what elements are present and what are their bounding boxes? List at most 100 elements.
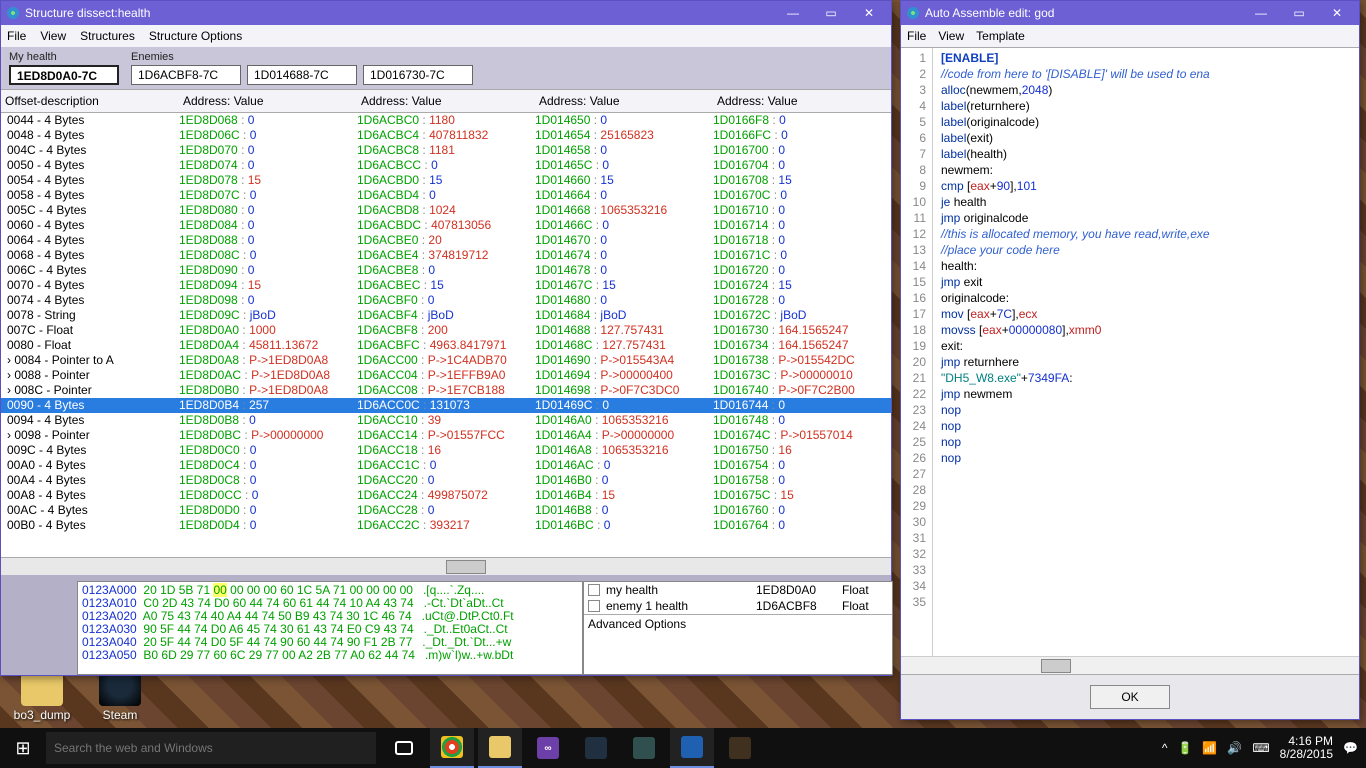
watch-pane: my health1ED8D0A0Floatenemy 1 health1D6A… xyxy=(583,581,893,675)
icon-label: bo3_dump xyxy=(12,708,72,722)
table-row[interactable]: 0070 - 4 Bytes1ED8D094 : 151D6ACBEC : 15… xyxy=(1,278,891,293)
table-row[interactable]: › 0084 - Pointer to A1ED8D0A8 : P->1ED8D… xyxy=(1,353,891,368)
menu-file[interactable]: File xyxy=(907,29,926,43)
code-h-scrollbar[interactable] xyxy=(901,656,1359,674)
wifi-icon[interactable]: 📶 xyxy=(1202,741,1217,755)
table-row[interactable]: 00B0 - 4 Bytes1ED8D0D4 : 01D6ACC2C : 393… xyxy=(1,518,891,533)
header-av3[interactable]: Address: Value xyxy=(535,92,713,110)
sd-title: Structure dissect:health xyxy=(25,6,773,20)
minimize-button[interactable]: — xyxy=(775,3,811,23)
header-offset[interactable]: Offset-description xyxy=(1,92,179,110)
app-icon-1[interactable] xyxy=(574,728,618,768)
tray-chevron-icon[interactable]: ^ xyxy=(1162,741,1168,755)
aa-title: Auto Assemble edit: god xyxy=(925,6,1241,20)
watch-row[interactable]: enemy 1 health1D6ACBF8Float xyxy=(584,598,892,614)
table-row[interactable]: 0080 - Float1ED8D0A4 : 45811.136721D6ACB… xyxy=(1,338,891,353)
table-row[interactable]: 005C - 4 Bytes1ED8D080 : 01D6ACBD8 : 102… xyxy=(1,203,891,218)
table-row[interactable]: 00A8 - 4 Bytes1ED8D0CC : 01D6ACC24 : 499… xyxy=(1,488,891,503)
table-row[interactable]: 0060 - 4 Bytes1ED8D084 : 01D6ACBDC : 407… xyxy=(1,218,891,233)
table-row[interactable]: 009C - 4 Bytes1ED8D0C0 : 01D6ACC18 : 161… xyxy=(1,443,891,458)
scroll-thumb[interactable] xyxy=(1041,659,1071,673)
enemies-label: Enemies xyxy=(131,51,473,63)
address-bar: My health 1ED8D0A0-7C Enemies 1D6ACBF8-7… xyxy=(1,47,891,89)
auto-assemble-window: Auto Assemble edit: god — ▭ ✕ File View … xyxy=(900,0,1360,720)
checkbox[interactable] xyxy=(588,600,600,612)
search-input[interactable] xyxy=(46,732,376,764)
header-av2[interactable]: Address: Value xyxy=(357,92,535,110)
code-editor[interactable]: 1234567891011121314151617181920212223242… xyxy=(901,47,1359,656)
table-row[interactable]: 00A0 - 4 Bytes1ED8D0C4 : 01D6ACC1C : 01D… xyxy=(1,458,891,473)
table-row[interactable]: 0058 - 4 Bytes1ED8D07C : 01D6ACBD4 : 01D… xyxy=(1,188,891,203)
structure-dissect-window: Structure dissect:health — ▭ ✕ File View… xyxy=(0,0,892,676)
maximize-button[interactable]: ▭ xyxy=(1281,3,1317,23)
checkbox[interactable] xyxy=(588,584,600,596)
aa-titlebar[interactable]: Auto Assemble edit: god — ▭ ✕ xyxy=(901,1,1359,25)
minimize-button[interactable]: — xyxy=(1243,3,1279,23)
table-row[interactable]: 0078 - String1ED8D09C : jBoD1D6ACBF4 : j… xyxy=(1,308,891,323)
table-row[interactable]: 0048 - 4 Bytes1ED8D06C : 01D6ACBC4 : 407… xyxy=(1,128,891,143)
sd-menubar: File View Structures Structure Options xyxy=(1,25,891,47)
app-icon-2[interactable] xyxy=(622,728,666,768)
menu-structures[interactable]: Structures xyxy=(80,29,135,43)
enemy-input-1[interactable]: 1D6ACBF8-7C xyxy=(131,65,241,85)
sd-titlebar[interactable]: Structure dissect:health — ▭ ✕ xyxy=(1,1,891,25)
clock[interactable]: 4:16 PM 8/28/2015 xyxy=(1280,735,1333,761)
table-row[interactable]: › 0098 - Pointer1ED8D0BC : P->000000001D… xyxy=(1,428,891,443)
table-row[interactable]: 0090 - 4 Bytes1ED8D0B4 : 2571D6ACC0C : 1… xyxy=(1,398,891,413)
table-row[interactable]: 00AC - 4 Bytes1ED8D0D0 : 01D6ACC28 : 01D… xyxy=(1,503,891,518)
close-button[interactable]: ✕ xyxy=(851,3,887,23)
table-row[interactable]: 0068 - 4 Bytes1ED8D08C : 01D6ACBE4 : 374… xyxy=(1,248,891,263)
table-row[interactable]: › 008C - Pointer1ED8D0B0 : P->1ED8D0A81D… xyxy=(1,383,891,398)
table-row[interactable]: 0054 - 4 Bytes1ED8D078 : 151D6ACBD0 : 15… xyxy=(1,173,891,188)
code-text[interactable]: [ENABLE]//code from here to '[DISABLE]' … xyxy=(933,48,1359,656)
h-scrollbar[interactable] xyxy=(1,557,891,575)
table-row[interactable]: 00A4 - 4 Bytes1ED8D0C8 : 01D6ACC20 : 01D… xyxy=(1,473,891,488)
date: 8/28/2015 xyxy=(1280,748,1333,761)
table-row[interactable]: 0094 - 4 Bytes1ED8D0B8 : 01D6ACC10 : 391… xyxy=(1,413,891,428)
table-row[interactable]: 006C - 4 Bytes1ED8D090 : 01D6ACBE8 : 01D… xyxy=(1,263,891,278)
menu-view[interactable]: View xyxy=(40,29,66,43)
menu-file[interactable]: File xyxy=(7,29,26,43)
explorer-icon[interactable] xyxy=(478,728,522,768)
header-av1[interactable]: Address: Value xyxy=(179,92,357,110)
header-av4[interactable]: Address: Value xyxy=(713,92,891,110)
advanced-options[interactable]: Advanced Options xyxy=(584,614,892,633)
ok-button[interactable]: OK xyxy=(1090,685,1170,709)
volume-icon[interactable]: 🔊 xyxy=(1227,741,1242,755)
my-health-label: My health xyxy=(9,51,119,63)
menu-template[interactable]: Template xyxy=(976,29,1025,43)
enemy-input-3[interactable]: 1D016730-7C xyxy=(363,65,473,85)
close-button[interactable]: ✕ xyxy=(1319,3,1355,23)
battery-icon[interactable]: 🔋 xyxy=(1177,741,1192,755)
hex-pane[interactable]: 0123A000 20 1D 5B 71 00 00 00 00 60 1C 5… xyxy=(77,581,583,675)
table-row[interactable]: 0074 - 4 Bytes1ED8D098 : 01D6ACBF0 : 01D… xyxy=(1,293,891,308)
vs-icon[interactable]: ∞ xyxy=(526,728,570,768)
table-row[interactable]: 0044 - 4 Bytes1ED8D068 : 01D6ACBC0 : 118… xyxy=(1,113,891,128)
system-tray: ^ 🔋 📶 🔊 ⌨ 4:16 PM 8/28/2015 💬 xyxy=(1154,735,1366,761)
table-row[interactable]: 007C - Float1ED8D0A0 : 10001D6ACBF8 : 20… xyxy=(1,323,891,338)
table-row[interactable]: 004C - 4 Bytes1ED8D070 : 01D6ACBC8 : 118… xyxy=(1,143,891,158)
column-headers: Offset-description Address: Value Addres… xyxy=(1,89,891,113)
my-health-input[interactable]: 1ED8D0A0-7C xyxy=(9,65,119,85)
table-row[interactable]: › 0088 - Pointer1ED8D0AC : P->1ED8D0A81D… xyxy=(1,368,891,383)
start-button[interactable]: ⊞ xyxy=(0,728,46,768)
task-view-icon[interactable] xyxy=(382,728,426,768)
button-row: OK xyxy=(901,674,1359,719)
cheat-engine-icon[interactable] xyxy=(670,728,714,768)
maximize-button[interactable]: ▭ xyxy=(813,3,849,23)
notifications-icon[interactable]: 💬 xyxy=(1343,741,1358,755)
menu-structure-options[interactable]: Structure Options xyxy=(149,29,242,43)
icon-label: Steam xyxy=(90,708,150,722)
chrome-icon[interactable] xyxy=(430,728,474,768)
scroll-thumb[interactable] xyxy=(446,560,486,574)
game-icon[interactable] xyxy=(718,728,762,768)
table-row[interactable]: 0050 - 4 Bytes1ED8D074 : 01D6ACBCC : 01D… xyxy=(1,158,891,173)
bottom-panes: 0123A000 20 1D 5B 71 00 00 00 00 60 1C 5… xyxy=(77,581,893,675)
enemy-input-2[interactable]: 1D014688-7C xyxy=(247,65,357,85)
menu-view[interactable]: View xyxy=(938,29,964,43)
ce-icon xyxy=(905,5,921,21)
table-row[interactable]: 0064 - 4 Bytes1ED8D088 : 01D6ACBE0 : 201… xyxy=(1,233,891,248)
keyboard-icon[interactable]: ⌨ xyxy=(1252,741,1269,755)
data-rows[interactable]: 0044 - 4 Bytes1ED8D068 : 01D6ACBC0 : 118… xyxy=(1,113,891,557)
watch-row[interactable]: my health1ED8D0A0Float xyxy=(584,582,892,598)
